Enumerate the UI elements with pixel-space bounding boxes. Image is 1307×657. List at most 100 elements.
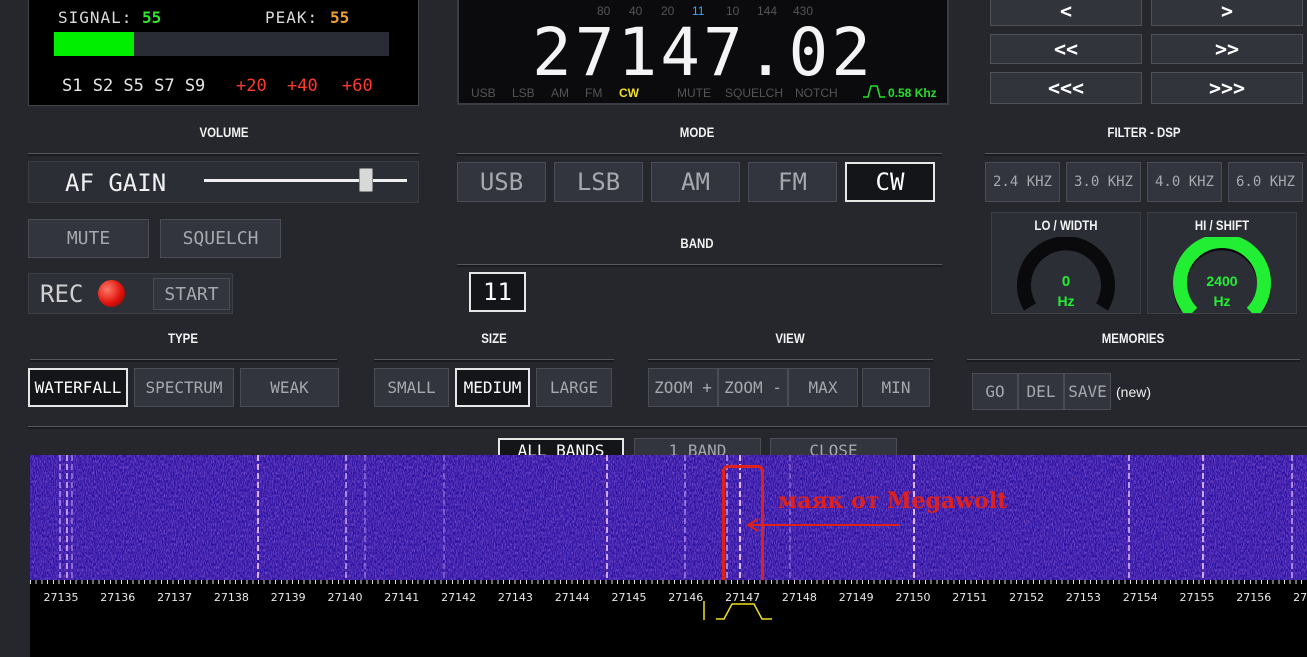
ind-usb: USB: [471, 86, 496, 100]
filter-divider: [985, 153, 1305, 156]
size-large-button[interactable]: LARGE: [536, 368, 612, 407]
af-gain-track[interactable]: [204, 179, 407, 182]
size-divider: [374, 359, 614, 362]
s-scale-plus40: +40: [287, 76, 318, 96]
view-divider: [648, 359, 933, 362]
passband-marker-icon: [703, 601, 772, 620]
record-indicator-icon: [98, 280, 125, 307]
ind-fm: FM: [585, 86, 603, 100]
af-gain-label: AF GAIN: [65, 169, 167, 197]
peak-value: 55: [330, 8, 350, 27]
signal-value: 55: [142, 8, 162, 27]
type-weak-button[interactable]: WEAK: [240, 368, 339, 407]
ruler-tick-label: 27153: [1065, 591, 1101, 604]
lo-width-unit: Hz: [1057, 293, 1075, 309]
ruler-tick-label: 27143: [497, 591, 533, 604]
view-max-button[interactable]: MAX: [788, 368, 858, 407]
filter-title: FILTER - DSP: [1107, 124, 1181, 140]
s-scale-plus60: +60: [342, 76, 373, 96]
ind-mute: MUTE: [677, 86, 711, 100]
filter-6-0khz-button[interactable]: 6.0 KHZ: [1228, 162, 1303, 202]
frequency-panel: 80 40 20 11 10 144 430 27147.02 USB LSB …: [457, 0, 949, 105]
ruler-tick-label: 27145: [611, 591, 647, 604]
s-scale-plus20: +20: [236, 76, 267, 96]
ruler-tick-label: 27149: [838, 591, 874, 604]
af-gain-slider-thumb[interactable]: [359, 168, 374, 192]
hi-shift-title: HI / SHIFT: [1194, 217, 1250, 233]
ruler-tick-label: 27155: [1179, 591, 1215, 604]
signal-meter-panel: SIGNAL: 55 PEAK: 55 S1 S2 S5 S7 S9 +20 +…: [28, 0, 419, 106]
mode-divider: [457, 153, 942, 156]
size-small-button[interactable]: SMALL: [374, 368, 449, 407]
volume-divider: [28, 153, 419, 156]
ruler-tick-label: 27156: [1236, 591, 1272, 604]
nav-prev-faster-button[interactable]: <<<: [990, 72, 1142, 104]
memories-divider: [967, 359, 1300, 362]
ruler-tick-label: 27157: [1293, 591, 1307, 604]
lo-width-value: 0: [1061, 273, 1071, 290]
nav-next-fast-button[interactable]: >>: [1151, 34, 1303, 64]
peak-label: PEAK:: [265, 8, 319, 27]
rec-start-button[interactable]: START: [153, 278, 230, 310]
mode-lsb-button[interactable]: LSB: [554, 162, 643, 202]
s-scale-labels: S1 S2 S5 S7 S9: [62, 76, 206, 96]
signal-level-bar: [54, 32, 389, 56]
band-11-button[interactable]: 11: [469, 272, 526, 312]
nav-prev-fast-button[interactable]: <<: [990, 34, 1142, 64]
hi-shift-unit: Hz: [1213, 293, 1231, 309]
nav-next-faster-button[interactable]: >>>: [1151, 72, 1303, 104]
type-divider: [30, 359, 337, 362]
ind-am: AM: [551, 86, 569, 100]
ruler-tick-label: 27135: [43, 591, 79, 604]
memory-save-button[interactable]: SAVE: [1064, 373, 1111, 410]
mode-fm-button[interactable]: FM: [748, 162, 837, 202]
waterfall-divider: [28, 426, 1307, 429]
ruler-tick-label: 27136: [100, 591, 136, 604]
rec-panel: REC START: [28, 273, 233, 314]
memories-title: MEMORIES: [1101, 330, 1165, 346]
ruler-tick-label: 27151: [952, 591, 988, 604]
memory-go-button[interactable]: GO: [972, 373, 1018, 410]
ruler-tick-label: 27138: [213, 591, 249, 604]
filter-4-0khz-button[interactable]: 4.0 KHZ: [1147, 162, 1222, 202]
annotation-arrow: [746, 518, 900, 532]
mode-cw-button[interactable]: CW: [845, 162, 935, 202]
view-title: VIEW: [775, 330, 805, 346]
signal-level-fill: [54, 32, 135, 56]
mode-am-button[interactable]: AM: [651, 162, 740, 202]
view-min-button[interactable]: MIN: [862, 368, 930, 407]
ind-cw: CW: [619, 86, 639, 100]
ind-notch: NOTCH: [795, 86, 838, 100]
nav-next-button[interactable]: >: [1151, 0, 1303, 26]
waterfall-display[interactable]: маяк от Megawolt: [30, 455, 1307, 582]
memory-del-button[interactable]: DEL: [1018, 373, 1064, 410]
hi-shift-dial-panel: HI / SHIFT 2400 Hz: [1147, 212, 1297, 314]
hi-shift-value: 2400: [1206, 273, 1238, 289]
lo-width-title: LO / WIDTH: [1034, 217, 1098, 233]
mute-button[interactable]: MUTE: [28, 219, 149, 258]
ruler-tick-label: 27139: [270, 591, 306, 604]
frequency-ruler[interactable]: 27135 27136 27137 27138 27139 27140 27141 27142…: [30, 580, 1307, 657]
af-gain-row: AF GAIN: [28, 161, 419, 203]
nav-prev-button[interactable]: <: [990, 0, 1142, 26]
type-waterfall-button[interactable]: WATERFALL: [28, 368, 128, 407]
zoom-in-button[interactable]: ZOOM +: [648, 368, 718, 407]
mode-usb-button[interactable]: USB: [457, 162, 546, 202]
filter-2-4khz-button[interactable]: 2.4 KHZ: [985, 162, 1060, 202]
ruler-tick-label: 27137: [157, 591, 193, 604]
type-title: TYPE: [167, 330, 198, 346]
type-spectrum-button[interactable]: SPECTRUM: [134, 368, 234, 407]
squelch-button[interactable]: SQUELCH: [160, 219, 281, 258]
size-medium-button[interactable]: MEDIUM: [455, 368, 530, 407]
band-title: BAND: [680, 235, 714, 251]
bandwidth-readout: 0.58 Khz: [888, 86, 937, 100]
ruler-tick-label: 27154: [1122, 591, 1158, 604]
lo-width-dial-panel: LO / WIDTH 0 Hz: [991, 212, 1141, 314]
zoom-out-button[interactable]: ZOOM -: [718, 368, 788, 407]
ruler-tick-label: 27152: [1009, 591, 1045, 604]
ind-lsb: LSB: [512, 86, 535, 100]
ruler-tick-label: 27144: [554, 591, 590, 604]
waterfall-spectrogram: [30, 455, 1307, 582]
band-divider: [457, 264, 942, 267]
filter-3-0khz-button[interactable]: 3.0 KHZ: [1066, 162, 1141, 202]
